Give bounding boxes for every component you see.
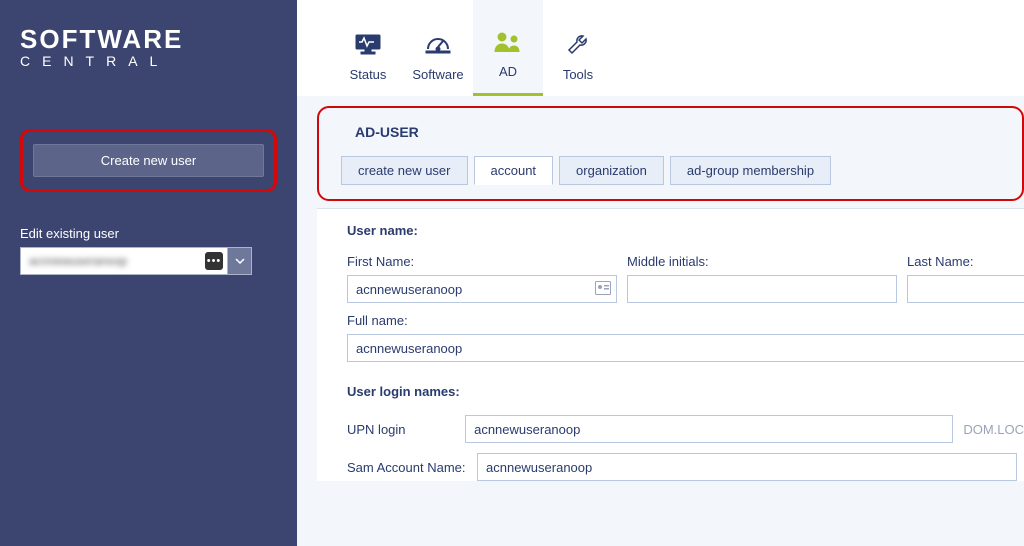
first-name-input[interactable] bbox=[347, 275, 617, 303]
middle-initials-field: Middle initials: bbox=[627, 254, 897, 303]
edit-existing-user-display[interactable]: acnnewuseranoop ••• bbox=[20, 247, 228, 275]
tools-icon bbox=[565, 33, 591, 57]
edit-existing-user-value: acnnewuseranoop bbox=[29, 254, 127, 268]
nav-software[interactable]: Software bbox=[403, 0, 473, 96]
nav-label: Software bbox=[412, 67, 463, 82]
last-name-field: Last Name: bbox=[907, 254, 1024, 303]
first-name-label: First Name: bbox=[347, 254, 617, 269]
middle-initials-label: Middle initials: bbox=[627, 254, 897, 269]
tab-create-new-user[interactable]: create new user bbox=[341, 156, 468, 185]
brand-line1: SOFTWARE bbox=[20, 24, 277, 55]
nav-ad[interactable]: AD bbox=[473, 0, 543, 96]
status-icon bbox=[353, 33, 383, 57]
sam-row: Sam Account Name: bbox=[347, 453, 1024, 481]
edit-existing-user-label: Edit existing user bbox=[20, 226, 277, 241]
tab-account[interactable]: account bbox=[474, 156, 554, 185]
upn-row: UPN login DOM.LOC bbox=[347, 415, 1024, 443]
ellipsis-icon[interactable]: ••• bbox=[205, 252, 223, 270]
create-new-user-button[interactable]: Create new user bbox=[33, 144, 264, 177]
nav-label: Status bbox=[350, 67, 387, 82]
upn-input[interactable] bbox=[465, 415, 953, 443]
edit-existing-user-dropdown[interactable] bbox=[228, 247, 252, 275]
nav-label: AD bbox=[499, 64, 517, 79]
main: Status Software AD Tools bbox=[297, 0, 1024, 546]
tab-organization[interactable]: organization bbox=[559, 156, 664, 185]
tab-ad-group-membership[interactable]: ad-group membership bbox=[670, 156, 831, 185]
user-login-header: User login names: bbox=[347, 384, 1024, 399]
edit-existing-user-select[interactable]: acnnewuseranoop ••• bbox=[20, 247, 252, 275]
last-name-label: Last Name: bbox=[907, 254, 1024, 269]
last-name-input[interactable] bbox=[907, 275, 1024, 303]
full-name-input[interactable] bbox=[347, 334, 1024, 362]
middle-initials-input[interactable] bbox=[627, 275, 897, 303]
tab-row: create new user account organization ad-… bbox=[341, 156, 1006, 185]
full-name-field: Full name: bbox=[347, 313, 1024, 362]
upn-suffix: DOM.LOC bbox=[963, 422, 1024, 437]
panel-highlight: AD-USER create new user account organiza… bbox=[317, 106, 1024, 201]
chevron-down-icon bbox=[235, 258, 245, 264]
upn-label: UPN login bbox=[347, 422, 455, 437]
top-nav: Status Software AD Tools bbox=[297, 0, 1024, 96]
ad-icon bbox=[493, 30, 523, 54]
sam-label: Sam Account Name: bbox=[347, 460, 467, 475]
brand-logo: SOFTWARE CENTRAL bbox=[20, 24, 277, 69]
nav-status[interactable]: Status bbox=[333, 0, 403, 96]
nav-tools[interactable]: Tools bbox=[543, 0, 613, 96]
content-area: AD-USER create new user account organiza… bbox=[297, 96, 1024, 546]
id-card-icon bbox=[595, 281, 611, 298]
full-name-label: Full name: bbox=[347, 313, 1024, 328]
nav-label: Tools bbox=[563, 67, 593, 82]
form-area: User name: First Name: Middle initials: bbox=[317, 208, 1024, 481]
create-user-highlight: Create new user bbox=[20, 129, 277, 192]
software-icon bbox=[424, 33, 452, 57]
sam-input[interactable] bbox=[477, 453, 1017, 481]
panel-title: AD-USER bbox=[335, 118, 1006, 156]
user-name-header: User name: bbox=[347, 223, 1024, 238]
sidebar: SOFTWARE CENTRAL Create new user Edit ex… bbox=[0, 0, 297, 546]
name-row: First Name: Middle initials: Last Name: bbox=[347, 254, 1024, 303]
first-name-field: First Name: bbox=[347, 254, 617, 303]
brand-line2: CENTRAL bbox=[20, 53, 277, 69]
